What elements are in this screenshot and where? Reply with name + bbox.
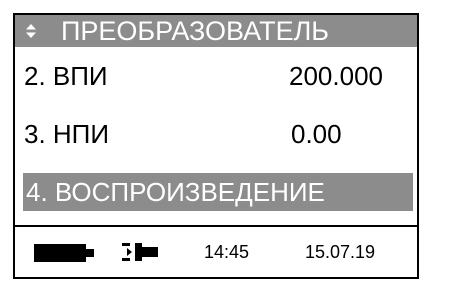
menu-item-label: 4. ВОСПРОИЗВЕДЕНИЕ [26,177,325,207]
menu-item-value: 200.000 [289,61,383,91]
menu-item-vpi[interactable]: 2. ВПИ 200.000 [15,57,417,95]
menu-item-label: 3. НПИ [24,119,110,149]
battery-icon [34,244,94,262]
clock-time: 14:45 [204,242,250,262]
menu-title: ПРЕОБРАЗОВАТЕЛЬ [61,16,330,46]
menu-item-npi[interactable]: 3. НПИ 0.00 [15,115,417,153]
up-down-arrows-icon [26,24,36,38]
title-bar: ПРЕОБРАЗОВАТЕЛЬ [15,15,417,47]
lcd-screen: ПРЕОБРАЗОВАТЕЛЬ 2. ВПИ 200.000 3. НПИ 0.… [13,13,419,279]
menu-item-label: 2. ВПИ [24,61,108,91]
clock-date: 15.07.19 [305,242,376,262]
power-plug-icon [122,243,158,261]
menu-item-playback-selected[interactable]: 4. ВОСПРОИЗВЕДЕНИЕ [23,173,413,211]
menu-item-value: 0.00 [291,119,342,149]
status-bar: 14:45 15.07.19 [15,227,417,277]
